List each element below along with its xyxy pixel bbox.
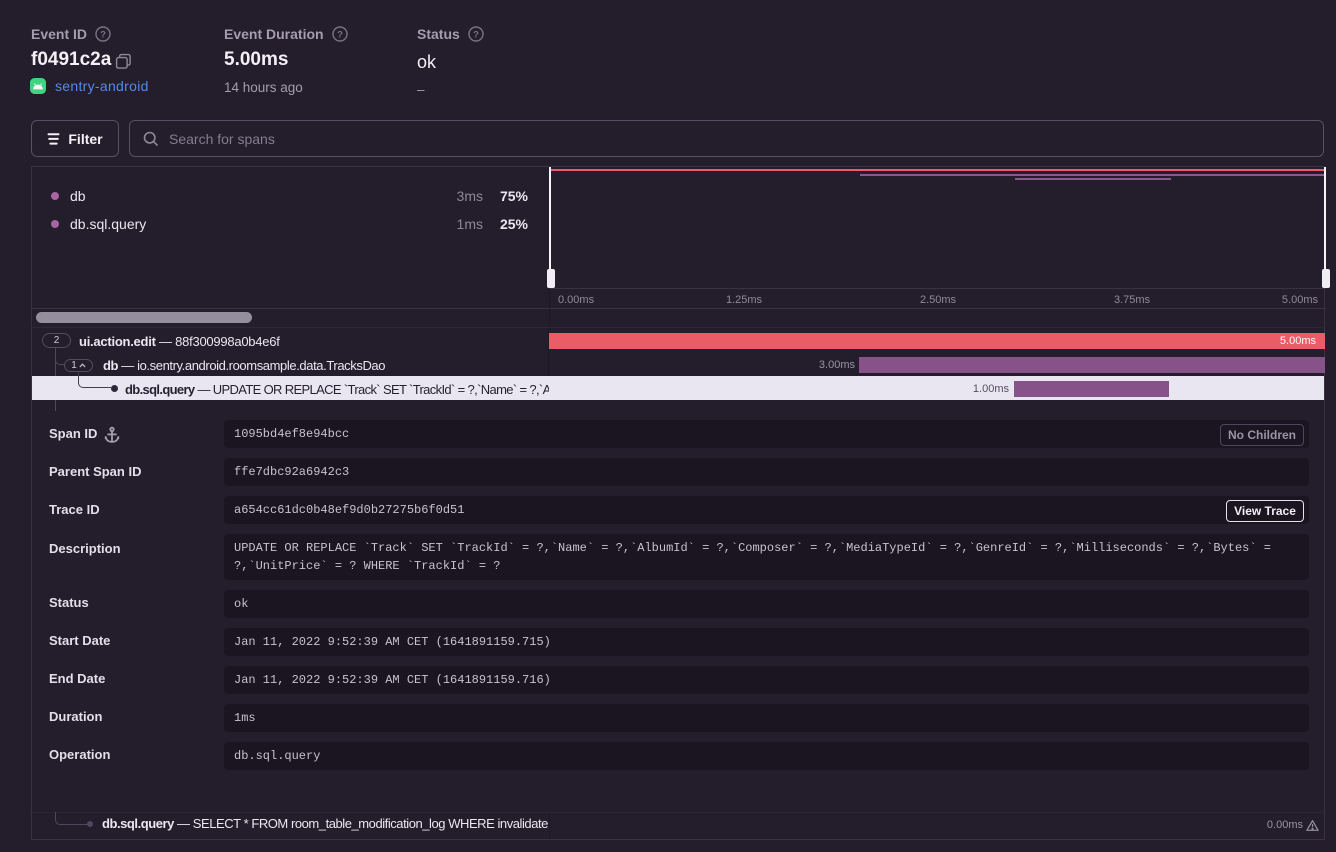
svg-text:?: ? <box>100 30 106 41</box>
svg-text:?: ? <box>473 30 479 41</box>
svg-text:?: ? <box>337 30 343 41</box>
